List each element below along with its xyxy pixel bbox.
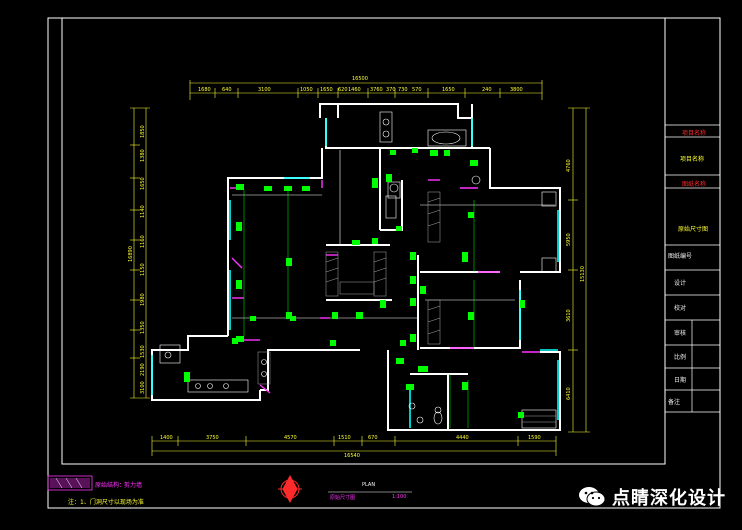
dim-bottom-total: 16540 (344, 453, 360, 459)
title-block (665, 124, 720, 413)
doors (230, 179, 540, 394)
dim-right-total: 15130 (580, 266, 586, 282)
dim-top-seg: 620 (338, 87, 348, 93)
title-block-project-label: 项目名称 (682, 130, 707, 137)
watermark: 点睛深化设计 (578, 480, 726, 514)
title-block-remark-label: 备注 (668, 399, 681, 406)
dim-top-seg: 370 (386, 87, 396, 93)
title-block-date-label: 日期 (674, 377, 687, 384)
dim-bottom-seg: 1510 (338, 435, 351, 441)
legend-label: 原始结构： (95, 482, 126, 489)
dim-top-seg: 3800 (510, 87, 523, 93)
interior-lines (159, 111, 557, 429)
dim-top-seg: 1050 (300, 87, 313, 93)
dim-bottom-seg: 1590 (528, 435, 541, 441)
dim-left-seg: 1530 (140, 345, 146, 358)
bathtub-icon (431, 131, 461, 145)
dim-top-seg: 1460 (348, 87, 361, 93)
dim-right-seg: 4760 (566, 159, 572, 172)
title-block-number-label: 图纸编号 (668, 253, 693, 260)
dim-left-seg: 1850 (140, 125, 146, 138)
dim-left-seg: 1380 (140, 149, 146, 162)
dim-right-seg: 6410 (566, 387, 572, 400)
dim-left-seg: 1150 (140, 263, 146, 276)
cad-drawing-canvas[interactable] (0, 0, 742, 530)
reference-lines (243, 190, 475, 428)
dim-top-seg: 3100 (258, 87, 271, 93)
dim-left-seg: 1980 (140, 293, 146, 306)
title-block-check-label: 校对 (674, 305, 687, 312)
wechat-icon (579, 487, 606, 507)
dim-left-seg: 1160 (140, 235, 146, 248)
title-block-project-value: 项目名称 (680, 156, 705, 163)
dim-top-seg: 1650 (320, 87, 333, 93)
title-block-design-label: 设计 (674, 280, 687, 287)
dim-bottom-seg: 3750 (206, 435, 219, 441)
title-block-drawing-label: 图纸名称 (682, 181, 707, 188)
plan-title: 原始尺寸图 (330, 495, 356, 501)
dim-right-seg: 3610 (566, 309, 572, 322)
dim-bottom-seg: 4440 (456, 435, 469, 441)
plan-heading: PLAN (362, 482, 376, 488)
drawing-frame-outer (47, 17, 721, 509)
legend-swatch (47, 475, 93, 491)
toilet-icon-2 (433, 411, 443, 425)
dim-top-seg: 1650 (442, 87, 455, 93)
title-block-drawing-value: 原始尺寸图 (678, 226, 709, 233)
title-block-scale-label: 比例 (674, 354, 687, 361)
north-arrow-icon (278, 474, 302, 504)
dim-top-total: 16500 (352, 76, 368, 82)
legend-note: 注：1、门洞尺寸以现场为准 (68, 499, 144, 506)
dim-right-seg: 5950 (566, 233, 572, 246)
dim-bottom-seg: 670 (368, 435, 378, 441)
dim-left-seg: 1140 (140, 205, 146, 218)
dim-left-seg: 3100 (140, 381, 146, 394)
title-block-review-label: 审核 (674, 330, 687, 337)
dim-left-seg: 2190 (140, 363, 146, 376)
dim-top-seg: 1680 (198, 87, 211, 93)
legend-value: 剪力墙 (124, 482, 143, 489)
plan-scale: 1:100 (392, 494, 407, 500)
dim-top-seg: 240 (482, 87, 492, 93)
walls (151, 103, 561, 431)
dim-top-seg: 730 (398, 87, 408, 93)
dim-top-seg: 3760 (370, 87, 383, 93)
toilet-icon (389, 183, 399, 193)
dim-left-total: 16890 (128, 246, 134, 262)
dim-top-seg: 640 (222, 87, 232, 93)
dim-top-seg: 570 (412, 87, 422, 93)
dim-bottom-seg: 1400 (160, 435, 173, 441)
dim-left-seg: 1350 (140, 321, 146, 334)
dim-bottom-seg: 4570 (284, 435, 297, 441)
dim-left-seg: 1650 (140, 177, 146, 190)
watermark-text: 点睛深化设计 (612, 488, 726, 509)
